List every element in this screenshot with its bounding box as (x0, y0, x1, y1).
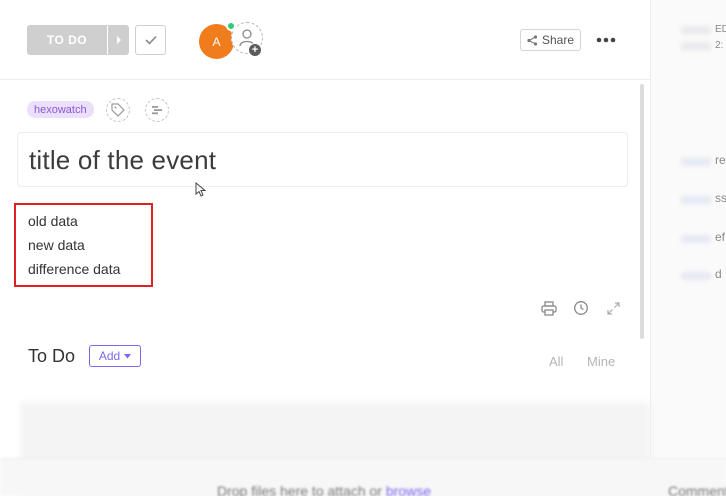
panel-item: ss (715, 191, 726, 205)
expand-button[interactable] (604, 299, 622, 317)
description-line[interactable]: difference data (28, 261, 120, 277)
chevron-right-icon (116, 36, 121, 44)
panel-header-text: ED (715, 24, 726, 35)
next-status-button[interactable] (108, 25, 129, 55)
panel-label (681, 158, 711, 166)
add-list-button[interactable] (145, 98, 169, 122)
add-checklist-button[interactable]: Add (89, 345, 141, 367)
add-tag-button[interactable] (106, 98, 130, 122)
share-label: Share (541, 33, 575, 47)
content-scrollbar[interactable] (640, 84, 644, 339)
panel-header-text: 2: (715, 40, 724, 51)
panel-label (681, 235, 711, 243)
task-title[interactable]: title of the event (29, 145, 216, 176)
history-button[interactable] (572, 299, 590, 317)
print-button[interactable] (540, 299, 558, 317)
more-options-button[interactable] (595, 32, 617, 48)
panel-blur-line (681, 42, 711, 50)
task-header: TO DO A + Share (0, 0, 650, 80)
mark-complete-button[interactable] (135, 25, 166, 55)
status-button[interactable]: TO DO (27, 25, 107, 55)
share-button[interactable]: Share (520, 29, 581, 51)
panel-item: ef (715, 230, 726, 244)
filter-all-tab[interactable]: All (549, 354, 563, 369)
panel-item: d (715, 267, 722, 281)
tag-chip[interactable]: hexowatch (27, 101, 94, 118)
online-status-dot (226, 21, 236, 31)
print-icon (541, 300, 557, 316)
task-title-field[interactable]: title of the event (17, 132, 628, 187)
pointer-cursor-icon (195, 182, 206, 197)
panel-item: re (715, 153, 726, 167)
tag-icon (111, 103, 125, 117)
add-label: Add (98, 349, 121, 363)
description-line[interactable]: new data (28, 237, 85, 253)
list-icon (152, 106, 162, 115)
drop-text: Drop files here to attach or (217, 483, 386, 496)
history-icon (574, 301, 588, 315)
share-icon (527, 34, 538, 46)
activity-panel (650, 0, 726, 496)
filter-mine-tab[interactable]: Mine (587, 354, 615, 369)
panel-blur-line (681, 26, 711, 34)
description-line[interactable]: old data (28, 213, 78, 229)
drop-files-hint: Drop files here to attach or browse (217, 483, 431, 496)
caret-down-icon (124, 353, 132, 358)
comment-hint[interactable]: Comment (668, 483, 726, 496)
more-icon (596, 37, 616, 43)
checkmark-icon (144, 35, 157, 45)
todo-section-title: To Do (28, 346, 76, 366)
status-selector[interactable]: TO DO (27, 25, 129, 55)
expand-icon (606, 301, 620, 315)
panel-label (681, 272, 711, 280)
browse-link[interactable]: browse (386, 483, 431, 496)
panel-label (681, 196, 711, 204)
plus-icon: + (248, 43, 262, 57)
